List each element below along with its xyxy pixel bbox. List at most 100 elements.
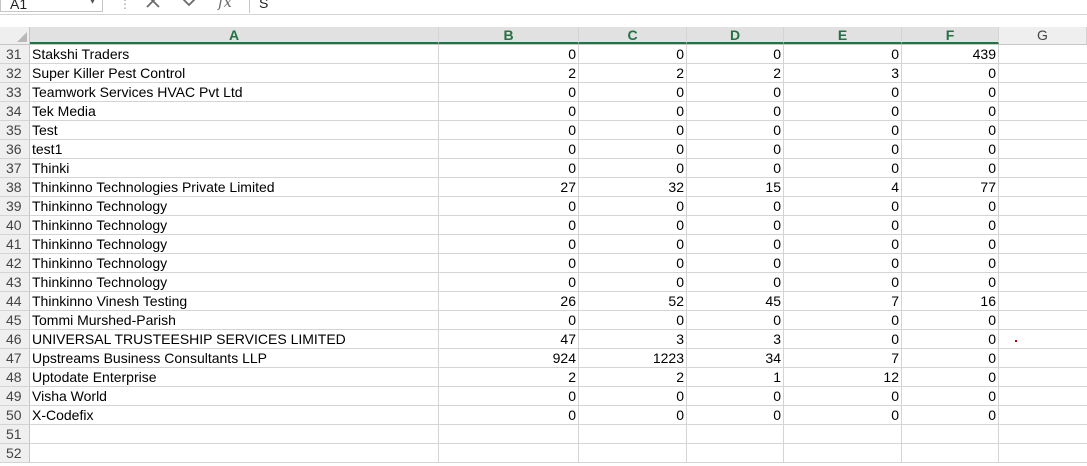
cell-b[interactable]: 0	[439, 311, 579, 330]
cell-b[interactable]	[439, 444, 579, 463]
cell-e[interactable]	[784, 425, 902, 444]
cell-b[interactable]	[439, 425, 579, 444]
cell-f[interactable]: 0	[902, 64, 999, 83]
cell-f[interactable]: 0	[902, 83, 999, 102]
cell-b[interactable]: 2	[439, 368, 579, 387]
cell-b[interactable]: 0	[439, 406, 579, 425]
cell-f[interactable]: 0	[902, 216, 999, 235]
cell-c[interactable]	[579, 425, 687, 444]
cell-g[interactable]	[999, 311, 1087, 330]
cell-f[interactable]: 0	[902, 102, 999, 121]
cell-e[interactable]: 0	[784, 159, 902, 178]
cell-g[interactable]	[999, 330, 1087, 349]
cell-e[interactable]: 0	[784, 83, 902, 102]
cell-g[interactable]	[999, 349, 1087, 368]
cell-g[interactable]	[999, 387, 1087, 406]
cell-d[interactable]: 0	[687, 311, 784, 330]
cell-g[interactable]	[999, 254, 1087, 273]
cell-c[interactable]: 0	[579, 140, 687, 159]
cell-g[interactable]	[999, 83, 1087, 102]
cell-g[interactable]	[999, 159, 1087, 178]
cell-f[interactable]: 77	[902, 178, 999, 197]
cell-c[interactable]: 0	[579, 235, 687, 254]
cell-b[interactable]: 0	[439, 121, 579, 140]
cell-g[interactable]	[999, 292, 1087, 311]
cell-d[interactable]: 1	[687, 368, 784, 387]
cell-e[interactable]: 12	[784, 368, 902, 387]
cell-d[interactable]: 0	[687, 216, 784, 235]
cell-a[interactable]: Upstreams Business Consultants LLP	[30, 349, 439, 368]
cell-c[interactable]: 0	[579, 406, 687, 425]
cell-f[interactable]: 0	[902, 235, 999, 254]
row-header[interactable]: 47	[0, 349, 30, 368]
cell-e[interactable]: 0	[784, 387, 902, 406]
column-header-g[interactable]: G	[999, 27, 1087, 44]
column-header-e[interactable]: E	[784, 27, 902, 44]
cell-b[interactable]: 0	[439, 83, 579, 102]
cell-e[interactable]: 7	[784, 349, 902, 368]
cell-e[interactable]: 0	[784, 216, 902, 235]
cell-c[interactable]: 0	[579, 197, 687, 216]
cell-e[interactable]: 0	[784, 45, 902, 64]
row-header[interactable]: 36	[0, 140, 30, 159]
cell-g[interactable]	[999, 45, 1087, 64]
cell-a[interactable]: Teamwork Services HVAC Pvt Ltd	[30, 83, 439, 102]
cell-g[interactable]	[999, 406, 1087, 425]
cell-d[interactable]: 45	[687, 292, 784, 311]
cell-d[interactable]: 0	[687, 254, 784, 273]
cell-e[interactable]	[784, 444, 902, 463]
cell-c[interactable]	[579, 444, 687, 463]
cell-e[interactable]: 7	[784, 292, 902, 311]
cell-b[interactable]: 26	[439, 292, 579, 311]
cell-g[interactable]	[999, 216, 1087, 235]
cell-a[interactable]	[30, 444, 439, 463]
cell-c[interactable]: 0	[579, 311, 687, 330]
cell-g[interactable]	[999, 102, 1087, 121]
cell-a[interactable]: Tommi Murshed-Parish	[30, 311, 439, 330]
cell-b[interactable]: 0	[439, 216, 579, 235]
cell-d[interactable]: 3	[687, 330, 784, 349]
cell-e[interactable]: 0	[784, 197, 902, 216]
cell-d[interactable]: 0	[687, 406, 784, 425]
column-header-f[interactable]: F	[902, 27, 999, 44]
cell-c[interactable]: 0	[579, 387, 687, 406]
row-header[interactable]: 45	[0, 311, 30, 330]
cell-d[interactable]: 0	[687, 121, 784, 140]
cell-b[interactable]: 0	[439, 45, 579, 64]
cell-d[interactable]: 0	[687, 197, 784, 216]
cell-e[interactable]: 3	[784, 64, 902, 83]
cell-g[interactable]	[999, 197, 1087, 216]
cell-b[interactable]: 2	[439, 64, 579, 83]
cell-a[interactable]: Test	[30, 121, 439, 140]
cell-a[interactable]: UNIVERSAL TRUSTEESHIP SERVICES LIMITED	[30, 330, 439, 349]
cell-e[interactable]: 0	[784, 311, 902, 330]
row-header[interactable]: 31	[0, 45, 30, 64]
cancel-formula-button[interactable]	[139, 0, 167, 12]
cell-b[interactable]: 0	[439, 102, 579, 121]
row-header[interactable]: 35	[0, 121, 30, 140]
row-header[interactable]: 52	[0, 444, 30, 463]
insert-function-button[interactable]: fx	[218, 0, 232, 11]
cell-e[interactable]: 0	[784, 140, 902, 159]
row-header[interactable]: 37	[0, 159, 30, 178]
cell-c[interactable]: 32	[579, 178, 687, 197]
cell-e[interactable]: 0	[784, 330, 902, 349]
cell-f[interactable]: 0	[902, 349, 999, 368]
column-header-b[interactable]: B	[439, 27, 579, 44]
cell-f[interactable]: 0	[902, 197, 999, 216]
cell-d[interactable]: 2	[687, 64, 784, 83]
cell-a[interactable]: test1	[30, 140, 439, 159]
cell-f[interactable]: 439	[902, 45, 999, 64]
row-header[interactable]: 39	[0, 197, 30, 216]
cell-a[interactable]: Thinkinno Technologies Private Limited	[30, 178, 439, 197]
cell-f[interactable]: 0	[902, 311, 999, 330]
cell-d[interactable]: 0	[687, 45, 784, 64]
cell-e[interactable]: 0	[784, 254, 902, 273]
cell-c[interactable]: 52	[579, 292, 687, 311]
cell-d[interactable]: 15	[687, 178, 784, 197]
cell-b[interactable]: 924	[439, 349, 579, 368]
cell-f[interactable]: 16	[902, 292, 999, 311]
cell-c[interactable]: 0	[579, 159, 687, 178]
cell-a[interactable]: Super Killer Pest Control	[30, 64, 439, 83]
cell-d[interactable]: 0	[687, 140, 784, 159]
